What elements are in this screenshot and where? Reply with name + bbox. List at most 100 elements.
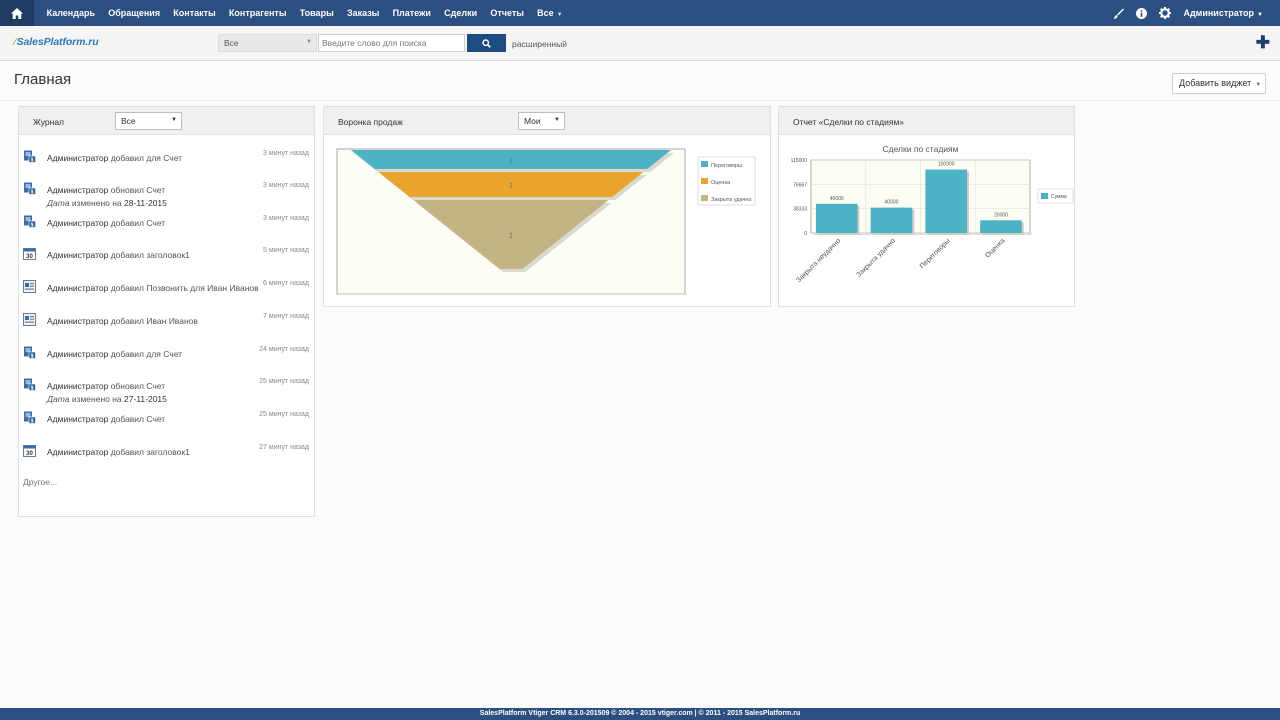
journal-changed-label: изменено на: [71, 394, 122, 404]
svg-text:$: $: [31, 157, 34, 163]
contact-icon: [23, 313, 36, 326]
journal-user[interactable]: Администратор: [47, 414, 108, 424]
report-widget-header[interactable]: Отчет «Сделки по стадиям»: [779, 107, 1074, 135]
journal-user[interactable]: Администратор: [47, 349, 108, 359]
x-tick-label: Оценка: [984, 237, 1006, 259]
nav-all[interactable]: Все ▼: [531, 8, 570, 18]
chart-title: Сделки по стадиям: [883, 144, 959, 154]
journal-new-value: 28-11-2015: [124, 198, 167, 208]
nav-calendar[interactable]: Календарь: [40, 8, 102, 18]
search-input[interactable]: [318, 34, 465, 52]
invoice-icon: $: [23, 215, 36, 228]
calendar-icon: 30: [23, 247, 36, 260]
funnel-filter-value: Мои: [524, 116, 541, 126]
journal-time: 24 минут назад: [259, 346, 309, 353]
report-title: Отчет «Сделки по стадиям»: [793, 117, 905, 127]
journal-more-link[interactable]: Другое...: [23, 477, 57, 487]
nav-deals[interactable]: Сделки: [438, 8, 484, 18]
funnel-widget-header[interactable]: Воронка продаж Мои ▼: [324, 107, 770, 135]
funnel-legend-swatch: [701, 178, 708, 184]
bar-2[interactable]: [870, 207, 913, 233]
home-button[interactable]: [0, 0, 34, 26]
search-button[interactable]: [467, 34, 506, 52]
chevron-down-icon: ▼: [171, 117, 177, 123]
journal-user[interactable]: Администратор: [47, 283, 108, 293]
journal-action: добавил Иван Иванов: [110, 316, 198, 326]
y-tick-label: 76667: [793, 182, 807, 188]
journal-item: $ Администратор добавил Счет 3 минут назад: [23, 215, 309, 231]
search-scope-value: Все: [224, 38, 239, 48]
nav-orders[interactable]: Заказы: [340, 8, 386, 18]
journal-title: Журнал: [33, 117, 65, 127]
journal-item-text: Администратор добавил заголовок1: [47, 446, 190, 459]
journal-changed-label: изменено на: [71, 198, 122, 208]
chevron-down-icon: ▼: [1255, 82, 1262, 88]
journal-item-text: Администратор обновил Счет Дата изменено …: [47, 380, 167, 406]
user-menu[interactable]: Администратор ▼: [1183, 8, 1263, 18]
nav-payments[interactable]: Платежи: [386, 8, 438, 18]
brush-icon[interactable]: [1113, 8, 1125, 19]
journal-filter-select[interactable]: Все ▼: [115, 112, 182, 130]
chevron-down-icon: ▼: [556, 12, 563, 18]
nav-reports[interactable]: Отчеты: [484, 8, 531, 18]
advanced-search-link[interactable]: расширенный: [512, 39, 567, 49]
calendar-icon: 30: [23, 444, 36, 457]
nav-contacts[interactable]: Контакты: [167, 8, 223, 18]
svg-text:30: 30: [26, 254, 33, 260]
journal-item-text: Администратор добавил Позвонить для Иван…: [47, 282, 259, 295]
add-widget-button[interactable]: Добавить виджет ▼: [1172, 73, 1266, 94]
search-scope-select[interactable]: Все ▼: [218, 34, 317, 52]
sales-funnel-widget: Воронка продаж Мои ▼ 1 1 1 Переговоры Оценка…: [323, 106, 771, 307]
journal-time: 25 минут назад: [259, 411, 309, 418]
svg-text:$: $: [31, 189, 34, 195]
journal-item-text: Администратор добавил Счет: [47, 413, 165, 426]
bar-value-label: 40000: [885, 200, 899, 206]
funnel-value-label: 1: [509, 233, 513, 240]
top-navigation: Календарь Обращения Контакты Контрагенты…: [0, 0, 1280, 26]
bar-1[interactable]: [815, 203, 858, 233]
nav-tickets[interactable]: Обращения: [102, 8, 167, 18]
invoice-icon: $: [23, 378, 36, 391]
svg-text:$: $: [31, 385, 34, 391]
funnel-legend-label: Переговоры: [711, 163, 742, 169]
journal-item: $ Администратор добавил для Счет 24 минут …: [23, 346, 309, 362]
nav-all-label: Все: [537, 8, 554, 18]
nav-products[interactable]: Товары: [293, 8, 340, 18]
add-widget-label: Добавить виджет: [1179, 78, 1252, 88]
chevron-down-icon: ▼: [1257, 12, 1263, 18]
funnel-filter-select[interactable]: Мои ▼: [518, 112, 565, 130]
journal-filter-value: Все: [121, 116, 136, 126]
logo[interactable]: ⁄SalesPlatform.ru: [14, 36, 99, 48]
invoice-icon: $: [23, 182, 36, 195]
journal-user[interactable]: Администратор: [47, 185, 108, 195]
bar-4[interactable]: [980, 220, 1022, 233]
bar-3[interactable]: [925, 169, 968, 233]
journal-user[interactable]: Администратор: [47, 218, 108, 228]
bar-value-label: 46000: [830, 196, 844, 202]
funnel-legend-label: Закрыта удачно: [711, 197, 752, 203]
journal-user[interactable]: Администратор: [47, 316, 108, 326]
journal-item-text: Администратор обновил Счет Дата изменено …: [47, 184, 167, 210]
journal-widget-header[interactable]: Журнал Все ▼: [19, 107, 314, 135]
nav-accounts[interactable]: Контрагенты: [222, 8, 293, 18]
info-icon[interactable]: [1136, 7, 1148, 19]
bar-legend-label: Сумма: [1051, 194, 1067, 200]
journal-user[interactable]: Администратор: [47, 250, 108, 260]
journal-action: добавил Счет: [110, 414, 166, 424]
funnel-legend-label: Оценка: [711, 180, 731, 186]
deals-report-widget: Отчет «Сделки по стадиям» Сделки по стад…: [778, 106, 1075, 307]
logo-mark-icon: ⁄: [14, 36, 16, 48]
funnel-legend-swatch: [701, 161, 708, 167]
gear-icon[interactable]: [1159, 7, 1172, 19]
journal-user[interactable]: Администратор: [47, 153, 108, 163]
funnel-chart: 1 1 1 Переговоры Оценка Закрыта удачно: [336, 148, 756, 295]
journal-user[interactable]: Администратор: [47, 447, 108, 457]
quick-create-button[interactable]: ✚: [1256, 34, 1270, 51]
journal-user[interactable]: Администратор: [47, 381, 108, 391]
journal-item-text: Администратор добавил Счет: [47, 217, 165, 230]
journal-action: добавил заголовок1: [110, 250, 190, 260]
svg-text:30: 30: [26, 451, 33, 457]
journal-item: Администратор добавил Иван Иванов 7 минут…: [23, 313, 309, 329]
journal-time: 7 минут назад: [263, 313, 309, 320]
funnel-legend-swatch: [701, 195, 708, 201]
